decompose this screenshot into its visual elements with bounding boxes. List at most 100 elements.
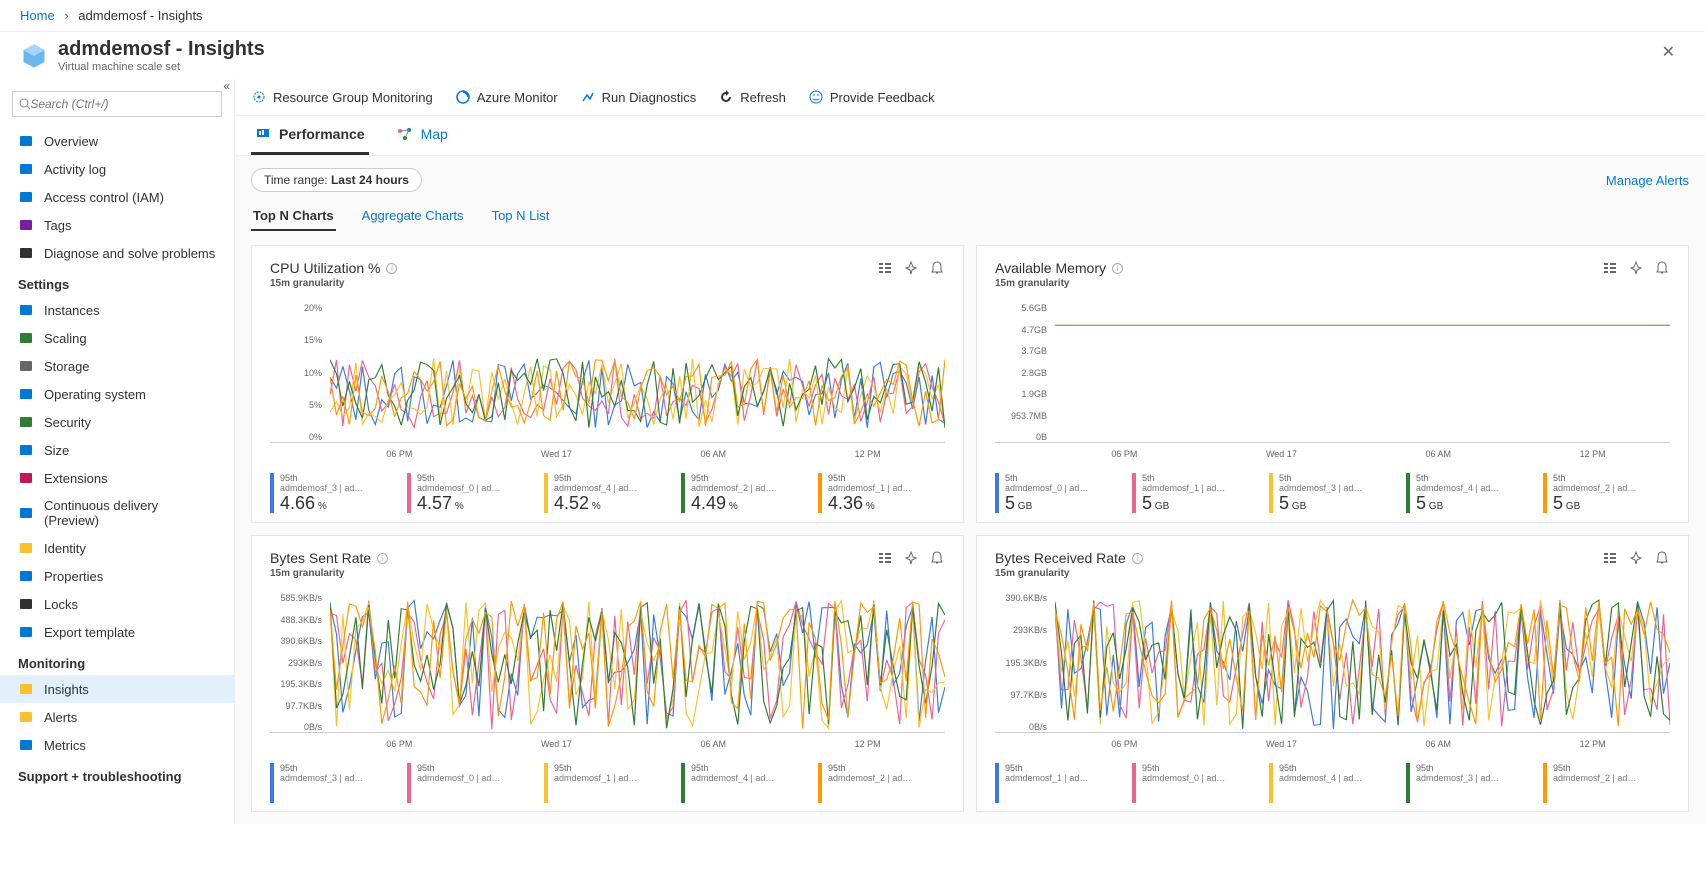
refresh-button[interactable]: Refresh <box>718 89 786 105</box>
nav-item-instances[interactable]: Instances <box>0 296 234 324</box>
resource-group-monitoring-button[interactable]: Resource Group Monitoring <box>251 89 433 105</box>
stat-item: 95thadmdemosf_1 | admdemosf4.36 % <box>818 473 945 514</box>
chart-x-axis: 06 PMWed 1706 AM12 PM <box>995 443 1670 467</box>
breadcrumb-current: admdemosf - Insights <box>78 8 202 23</box>
bell-icon[interactable] <box>929 550 945 566</box>
bell-icon[interactable] <box>929 260 945 276</box>
nav-label: Locks <box>44 597 78 612</box>
provide-feedback-button[interactable]: Provide Feedback <box>808 89 935 105</box>
info-icon[interactable]: i <box>386 263 397 274</box>
nav-icon <box>18 596 34 612</box>
nav-item-operating-system[interactable]: Operating system <box>0 380 234 408</box>
stat-item: 95thadmdemosf_3 | admdemosf4.66 % <box>270 473 397 514</box>
time-range-button[interactable]: Time range: Last 24 hours <box>251 168 422 192</box>
nav-icon <box>18 505 34 521</box>
nav-item-storage[interactable]: Storage <box>0 352 234 380</box>
subtab-aggregate-charts[interactable]: Aggregate Charts <box>360 202 466 231</box>
nav-item-insights[interactable]: Insights <box>0 675 234 703</box>
stat-item: 95thadmdemosf_2 | admdemosf <box>1543 763 1670 803</box>
chart-stats: 95thadmdemosf_3 | admdemosf 95thadmdemos… <box>270 757 945 803</box>
chart-plot[interactable] <box>1055 593 1670 732</box>
nav-item-tags[interactable]: Tags <box>0 211 234 239</box>
view-tabs: Performance Map <box>235 116 1705 156</box>
chart-granularity: 15m granularity <box>995 278 1123 289</box>
nav-label: Scaling <box>44 331 87 346</box>
chart-stats: 5thadmdemosf_0 | admdemosf5 GB5thadmdemo… <box>995 467 1670 514</box>
nav-icon <box>18 540 34 556</box>
nav-item-locks[interactable]: Locks <box>0 590 234 618</box>
chart-plot[interactable] <box>330 593 945 732</box>
pin-icon[interactable] <box>903 260 919 276</box>
performance-icon <box>255 126 271 142</box>
refresh-icon <box>718 89 734 105</box>
nav-item-identity[interactable]: Identity <box>0 534 234 562</box>
bell-icon[interactable] <box>1654 260 1670 276</box>
sidebar-collapse-icon[interactable]: « <box>223 79 230 93</box>
chart-y-axis: 585.9KB/s488.3KB/s390.6KB/s293KB/s195.3K… <box>270 593 330 732</box>
bell-icon[interactable] <box>1654 550 1670 566</box>
info-icon[interactable]: i <box>1132 553 1143 564</box>
nav-icon <box>18 709 34 725</box>
pin-icon[interactable] <box>903 550 919 566</box>
search-box[interactable] <box>12 91 222 117</box>
subtab-top-n-list[interactable]: Top N List <box>490 202 552 231</box>
list-view-icon[interactable] <box>877 550 893 566</box>
nav-label: Security <box>44 415 91 430</box>
breadcrumb-home[interactable]: Home <box>20 8 55 23</box>
info-icon[interactable]: i <box>1112 263 1123 274</box>
list-view-icon[interactable] <box>1602 550 1618 566</box>
search-icon <box>19 98 30 110</box>
close-icon[interactable]: ✕ <box>1662 42 1675 62</box>
nav-item-access-control-iam-[interactable]: Access control (IAM) <box>0 183 234 211</box>
stat-item: 95thadmdemosf_3 | admdemosf <box>270 763 397 803</box>
search-input[interactable] <box>30 97 215 111</box>
nav-icon <box>18 189 34 205</box>
chart-title: Available Memory i <box>995 260 1123 276</box>
nav-item-properties[interactable]: Properties <box>0 562 234 590</box>
stat-item: 95thadmdemosf_1 | admdemosf <box>544 763 671 803</box>
tab-performance[interactable]: Performance <box>251 116 369 155</box>
pin-icon[interactable] <box>1628 260 1644 276</box>
chart-x-axis: 06 PMWed 1706 AM12 PM <box>270 733 945 757</box>
run-diagnostics-button[interactable]: Run Diagnostics <box>580 89 697 105</box>
list-view-icon[interactable] <box>877 260 893 276</box>
stat-item: 95thadmdemosf_4 | admdemosf <box>681 763 808 803</box>
chart-card-1: Available Memory i 15m granularity 5.6GB… <box>976 245 1689 523</box>
nav-section-monitoring: Monitoring <box>0 646 234 675</box>
nav-item-extensions[interactable]: Extensions <box>0 464 234 492</box>
nav-item-scaling[interactable]: Scaling <box>0 324 234 352</box>
subtab-top-n-charts[interactable]: Top N Charts <box>251 202 336 231</box>
nav-item-alerts[interactable]: Alerts <box>0 703 234 731</box>
azure-monitor-button[interactable]: Azure Monitor <box>455 89 558 105</box>
sidebar: « Overview Activity logAccess control (IA… <box>0 79 235 824</box>
chart-granularity: 15m granularity <box>270 568 388 579</box>
target-icon <box>251 89 267 105</box>
nav-label: Insights <box>44 682 89 697</box>
chart-stats: 95thadmdemosf_3 | admdemosf4.66 %95thadm… <box>270 467 945 514</box>
manage-alerts-link[interactable]: Manage Alerts <box>1606 173 1689 188</box>
nav-item-size[interactable]: Size <box>0 436 234 464</box>
stat-item: 5thadmdemosf_3 | admdemosf5 GB <box>1269 473 1396 514</box>
tab-map[interactable]: Map <box>393 116 452 155</box>
nav-item-continuous-delivery-preview-[interactable]: Continuous delivery (Preview) <box>0 492 234 534</box>
list-view-icon[interactable] <box>1602 260 1618 276</box>
chart-plot[interactable] <box>330 303 945 442</box>
stat-item: 95thadmdemosf_0 | admdemosf4.57 % <box>407 473 534 514</box>
stat-item: 95thadmdemosf_0 | admdemosf <box>407 763 534 803</box>
nav-icon <box>18 133 34 149</box>
nav-item-diagnose-and-solve-problems[interactable]: Diagnose and solve problems <box>0 239 234 267</box>
nav-item-activity-log[interactable]: Activity log <box>0 155 234 183</box>
chart-plot[interactable] <box>1055 303 1670 442</box>
nav-item-security[interactable]: Security <box>0 408 234 436</box>
nav-icon <box>18 330 34 346</box>
pin-icon[interactable] <box>1628 550 1644 566</box>
nav-item-metrics[interactable]: Metrics <box>0 731 234 759</box>
nav-item-overview[interactable]: Overview <box>0 127 234 155</box>
nav-icon <box>18 302 34 318</box>
vmss-icon <box>20 42 48 70</box>
monitor-icon <box>455 89 471 105</box>
info-icon[interactable]: i <box>377 553 388 564</box>
stat-item: 5thadmdemosf_1 | admdemosf5 GB <box>1132 473 1259 514</box>
nav-item-export-template[interactable]: Export template <box>0 618 234 646</box>
nav-label: Overview <box>44 134 98 149</box>
